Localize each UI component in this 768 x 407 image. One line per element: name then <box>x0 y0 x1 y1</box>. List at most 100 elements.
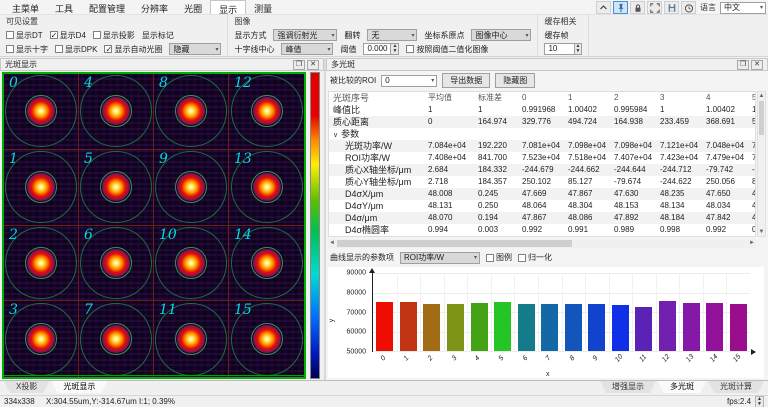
beam-cell-2[interactable]: 2 <box>4 226 79 302</box>
float-panel-button[interactable]: ❐ <box>737 60 749 70</box>
chart-bar-7[interactable] <box>541 304 558 351</box>
dock-tab-增强显示[interactable]: 增强显示 <box>600 381 656 393</box>
beam-cell-6[interactable]: 6 <box>79 226 154 302</box>
chart-bar-3[interactable] <box>447 304 464 351</box>
dock-tab-光斑计算[interactable]: 光斑计算 <box>708 381 764 393</box>
checkbox-show-cross[interactable]: 显示十字 <box>6 44 48 55</box>
collapse-ribbon-button[interactable] <box>596 1 611 14</box>
scroll-down-icon[interactable]: ▼ <box>758 228 765 236</box>
chart-bar-1[interactable] <box>400 302 417 351</box>
threshold-spinner[interactable]: 0.000▲▼ <box>363 43 399 55</box>
chart-bar-12[interactable] <box>659 301 676 351</box>
scroll-left-icon[interactable]: ◄ <box>328 239 336 248</box>
menu-item-3[interactable]: 配置管理 <box>81 0 133 14</box>
curve-param-select[interactable]: ROI功率/W▾ <box>400 252 480 264</box>
menu-item-1[interactable]: 主菜单 <box>4 0 47 14</box>
menu-item-7[interactable]: 测量 <box>246 0 280 14</box>
dock-tab-光斑显示[interactable]: 光斑显示 <box>51 381 107 393</box>
chart-bar-9[interactable] <box>588 304 605 351</box>
chart-bar-10[interactable] <box>612 305 629 351</box>
checkbox-show-auto-aperture[interactable]: ✓显示自动光圈 <box>104 44 162 55</box>
beam-cell-1[interactable]: 1 <box>4 150 79 226</box>
dock-tab-X投影[interactable]: X投影 <box>4 381 49 393</box>
chart-bar-15[interactable] <box>730 304 747 351</box>
timer-button[interactable] <box>681 1 696 14</box>
origin-select[interactable]: 图像中心▾ <box>471 29 531 41</box>
chart-bar-13[interactable] <box>683 303 700 351</box>
display-mode-select[interactable]: 强调衍射光▾ <box>273 29 337 41</box>
menu-item-5[interactable]: 光圈 <box>176 0 210 14</box>
table-row[interactable]: 质心距离0164.974329.776494.724164.938233.459… <box>329 116 755 128</box>
beam-cell-3[interactable]: 3 <box>4 301 79 377</box>
scroll-right-icon[interactable]: ► <box>748 239 756 248</box>
table-horizontal-scrollbar[interactable]: ◄ ► <box>328 239 756 248</box>
float-panel-button[interactable]: ❐ <box>293 60 305 70</box>
beam-image[interactable]: 0481215913261014371115 <box>2 72 306 379</box>
beam-cell-10[interactable]: 10 <box>154 226 229 302</box>
marker-mode-select[interactable]: 隐藏▾ <box>169 43 221 55</box>
table-row[interactable]: 质心Y轴坐标/μm2.718184.357250.10285.127-79.67… <box>329 176 755 188</box>
roi-select[interactable]: 0▾ <box>381 75 437 87</box>
table-vertical-scrollbar[interactable]: ▲ ▼ <box>757 91 766 237</box>
beam-cell-4[interactable]: 4 <box>79 74 154 150</box>
cross-center-select[interactable]: 峰值▾ <box>281 43 333 55</box>
spinner-arrows[interactable]: ▲▼ <box>390 44 398 54</box>
save-button[interactable] <box>664 1 679 14</box>
menu-item-4[interactable]: 分辨率 <box>133 0 176 14</box>
table-row[interactable]: ∨参数 <box>329 128 755 140</box>
checkbox-show-projection[interactable]: 显示投影 <box>93 30 135 41</box>
export-data-button[interactable]: 导出数据 <box>442 73 490 88</box>
checkbox-binarize[interactable]: 按照阈值二值化图像 <box>406 44 488 55</box>
fps-spinner[interactable]: ▲▼ <box>755 396 764 407</box>
menu-item-6[interactable]: 显示 <box>210 0 246 14</box>
beam-cell-8[interactable]: 8 <box>154 74 229 150</box>
beam-cell-9[interactable]: 9 <box>154 150 229 226</box>
beam-cell-13[interactable]: 13 <box>229 150 304 226</box>
dock-tab-多光斑[interactable]: 多光斑 <box>658 381 706 393</box>
chart-bar-14[interactable] <box>706 303 723 351</box>
table-row[interactable]: D4σY/μm48.1310.25048.06448.30448.15348.1… <box>329 200 755 212</box>
table-row[interactable]: D4σ/μm48.0700.19447.86748.08647.89248.18… <box>329 212 755 224</box>
fullscreen-button[interactable] <box>647 1 662 14</box>
scroll-up-icon[interactable]: ▲ <box>758 92 765 100</box>
pin-button[interactable] <box>613 1 628 14</box>
hide-chart-button[interactable]: 隐藏图 <box>495 73 535 88</box>
scrollbar-thumb[interactable] <box>337 240 572 247</box>
table-row[interactable]: 光斑功率/W7.084e+04192.2207.081e+047.098e+04… <box>329 140 755 152</box>
checkbox-legend[interactable]: 图例 <box>486 252 512 263</box>
beam-cell-12[interactable]: 12 <box>229 74 304 150</box>
multispot-table[interactable]: 光斑序号平均值标准差0123456峰值比110.9919681.004020.9… <box>328 91 756 237</box>
table-row[interactable]: 峰值比110.9919681.004020.99598411.004021.01… <box>329 104 755 116</box>
chart-bar-4[interactable] <box>471 303 488 351</box>
chart-bar-0[interactable] <box>376 302 393 351</box>
beam-cell-0[interactable]: 0 <box>4 74 79 150</box>
table-row[interactable]: D4σ椭圆率0.9940.0030.9920.9910.9890.9980.99… <box>329 224 755 236</box>
table-row[interactable]: ROI功率/W7.408e+04841.7007.523e+047.518e+0… <box>329 152 755 164</box>
table-row[interactable]: 质心X轴坐标/μm2.684184.332-244.679-244.662-24… <box>329 164 755 176</box>
cache-frames-spinner[interactable]: 10▲▼ <box>544 43 582 55</box>
chart-bar-11[interactable] <box>635 307 652 351</box>
checkbox-show-dt[interactable]: 显示DT <box>6 30 43 41</box>
chart-bar-8[interactable] <box>565 304 582 351</box>
beam-cell-15[interactable]: 15 <box>229 301 304 377</box>
close-panel-button[interactable]: ✕ <box>307 60 319 70</box>
close-panel-button[interactable]: ✕ <box>751 60 763 70</box>
beam-cell-7[interactable]: 7 <box>79 301 154 377</box>
collapse-arrow-icon[interactable]: ∨ <box>333 132 338 139</box>
checkbox-show-dpk[interactable]: 显示DPK <box>55 44 97 55</box>
table-row[interactable]: D4σX/μm48.0080.24547.66947.86747.63048.2… <box>329 188 755 200</box>
language-select[interactable]: 中文▾ <box>720 2 766 14</box>
chart-bar-5[interactable] <box>494 302 511 351</box>
checkbox-normalize[interactable]: 归一化 <box>518 252 552 263</box>
lock-button[interactable] <box>630 1 645 14</box>
chart-bar-6[interactable] <box>518 304 535 351</box>
scrollbar-thumb[interactable] <box>759 101 764 135</box>
flip-select[interactable]: 无▾ <box>367 29 417 41</box>
chart-bar-2[interactable] <box>423 304 440 351</box>
spinner-arrows[interactable]: ▲▼ <box>574 44 582 54</box>
beam-cell-5[interactable]: 5 <box>79 150 154 226</box>
checkbox-show-d4[interactable]: ✓显示D4 <box>50 30 86 41</box>
beam-cell-14[interactable]: 14 <box>229 226 304 302</box>
beam-cell-11[interactable]: 11 <box>154 301 229 377</box>
menu-item-2[interactable]: 工具 <box>47 0 81 14</box>
